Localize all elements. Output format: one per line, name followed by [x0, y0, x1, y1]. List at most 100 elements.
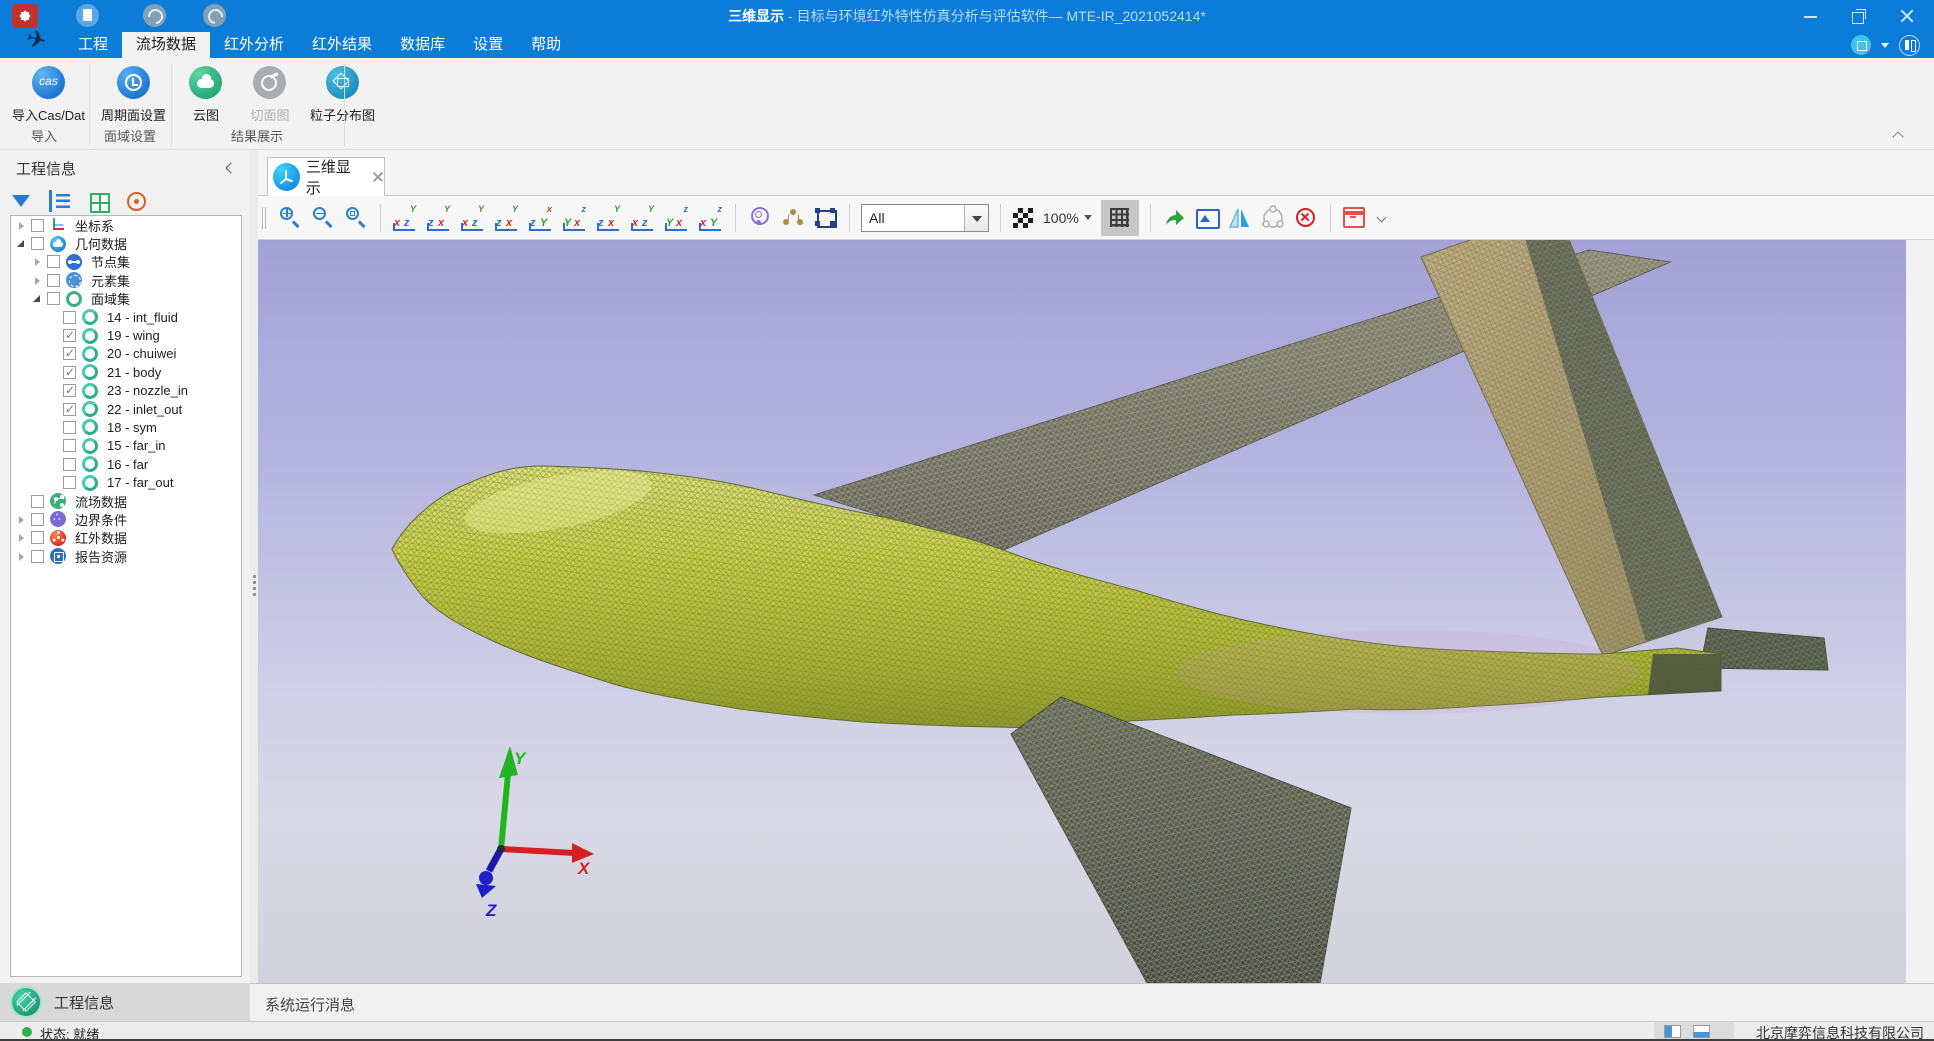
cancel-button[interactable] [1293, 205, 1319, 231]
camera-view-button[interactable] [747, 205, 773, 231]
tree-row[interactable]: 几何数据 [11, 234, 241, 252]
grid-view-icon[interactable] [88, 190, 110, 212]
tree-checkbox[interactable] [31, 219, 44, 232]
layout-left-pane-icon[interactable] [1664, 1025, 1681, 1038]
tree-row[interactable]: 红外数据 [11, 529, 241, 547]
axis-view-button[interactable]: z x Y [699, 206, 723, 230]
archive-caret-icon[interactable] [1377, 213, 1387, 223]
axis-view-button[interactable]: Y x z [461, 206, 485, 230]
tree-expander-icon[interactable] [31, 274, 44, 287]
theme-icon[interactable] [1851, 35, 1871, 55]
tree-expander-icon[interactable] [47, 347, 60, 360]
tree-checkbox[interactable] [47, 274, 60, 287]
axis-view-button[interactable]: Y x z [393, 206, 417, 230]
tree-row[interactable]: 22 - inlet_out [11, 400, 241, 418]
box-select-button[interactable] [813, 205, 839, 231]
axis-view-button[interactable]: x z Y [529, 206, 553, 230]
tree-checkbox[interactable] [31, 550, 44, 563]
layout-bottom-pane-icon[interactable] [1693, 1025, 1710, 1038]
tree-row[interactable]: 元素集 [11, 271, 241, 289]
ribbon-button[interactable]: cas 导入Cas/Dat [4, 62, 93, 126]
menu-item[interactable]: 红外分析 [210, 32, 298, 58]
tree-row[interactable]: 20 - chuiwei [11, 345, 241, 363]
toolbar-grip[interactable] [262, 207, 266, 229]
tab-3d-view[interactable]: 三维显示 [267, 157, 385, 196]
tree-checkbox[interactable] [63, 366, 76, 379]
axis-view-button[interactable]: Y z x [427, 206, 451, 230]
tree-row[interactable]: 16 - far [11, 455, 241, 473]
tree-checkbox[interactable] [63, 476, 76, 489]
tree-expander-icon[interactable] [15, 550, 28, 563]
combobox-dropdown-button[interactable] [964, 205, 988, 231]
tree-checkbox[interactable] [63, 347, 76, 360]
tree-checkbox[interactable] [47, 292, 60, 305]
zoom-fit-button[interactable] [344, 205, 370, 231]
ribbon-collapse-icon[interactable] [1892, 130, 1906, 140]
tree-checkbox[interactable] [31, 513, 44, 526]
tree-row[interactable]: 面域集 [11, 290, 241, 308]
menu-item[interactable]: 设置 [459, 32, 517, 58]
tab-close-icon[interactable] [372, 171, 384, 183]
display-filter-combobox[interactable]: All [861, 204, 989, 232]
ribbon-button[interactable]: 粒子分布图 [302, 62, 383, 126]
zoom-in-button[interactable] [278, 205, 304, 231]
tree-checkbox[interactable] [63, 311, 76, 324]
tree-row[interactable]: 23 - nozzle_in [11, 382, 241, 400]
restore-button[interactable] [1852, 9, 1866, 23]
tree-checkbox[interactable] [63, 458, 76, 471]
tree-expander-icon[interactable] [15, 513, 28, 526]
ribbon-button[interactable]: 云图 [174, 62, 238, 126]
tree-expander-icon[interactable] [31, 255, 44, 268]
tree-expander-icon[interactable] [15, 531, 28, 544]
tree-row[interactable]: 边界条件 [11, 510, 241, 528]
tree-row[interactable]: 17 - far_out [11, 473, 241, 491]
zoom-out-button[interactable] [311, 205, 337, 231]
tree-row[interactable]: 15 - far_in [11, 437, 241, 455]
axis-view-button[interactable]: z Y x [563, 206, 587, 230]
tree-expander-icon[interactable] [47, 384, 60, 397]
tree-checkbox[interactable] [47, 255, 60, 268]
panel-splitter[interactable] [250, 150, 258, 983]
tree-expander-icon[interactable] [47, 476, 60, 489]
tree-row[interactable]: 报告资源 [11, 547, 241, 565]
tree-checkbox[interactable] [63, 329, 76, 342]
axis-view-button[interactable]: Y x z [631, 206, 655, 230]
tree-checkbox[interactable] [63, 421, 76, 434]
snapshot-button[interactable] [1194, 205, 1220, 231]
menu-item[interactable]: 数据库 [386, 32, 459, 58]
tree-row[interactable]: 19 - wing [11, 326, 241, 344]
tree-checkbox[interactable] [31, 531, 44, 544]
tree-expander-icon[interactable] [15, 495, 28, 508]
tree-expander-icon[interactable] [15, 237, 28, 250]
tree-row[interactable]: 18 - sym [11, 418, 241, 436]
tree-checkbox[interactable] [63, 403, 76, 416]
tree-checkbox[interactable] [31, 495, 44, 508]
mirror-button[interactable] [1227, 205, 1253, 231]
grid-toggle-button[interactable] [1101, 200, 1139, 236]
scene-graph-button[interactable] [780, 205, 806, 231]
tree-row[interactable]: 坐标系 [11, 216, 241, 234]
axis-view-button[interactable]: Y z x [597, 206, 621, 230]
menu-item[interactable]: 红外结果 [298, 32, 386, 58]
viewport-3d[interactable]: Y X Z [258, 240, 1906, 983]
tree-expander-icon[interactable] [47, 421, 60, 434]
ribbon-button[interactable]: 切面图 [238, 62, 302, 126]
tree-checkbox[interactable] [31, 237, 44, 250]
tree-expander-icon[interactable] [47, 458, 60, 471]
panel-footer-tab[interactable]: 工程信息 [0, 983, 250, 1021]
ribbon-button[interactable]: 周期面设置 [93, 62, 174, 126]
transparency-icon[interactable] [1013, 208, 1033, 228]
archive-box-button[interactable] [1341, 205, 1367, 231]
dropdown-caret-icon[interactable] [1881, 43, 1889, 48]
export-arrow-button[interactable] [1161, 205, 1187, 231]
menu-item[interactable]: 帮助 [517, 32, 575, 58]
tree-expander-icon[interactable] [15, 219, 28, 232]
tree-row[interactable]: 14 - int_fluid [11, 308, 241, 326]
axis-view-button[interactable]: z Y x [665, 206, 689, 230]
link-nodes-button[interactable] [1260, 205, 1286, 231]
zoom-level-dropdown[interactable]: 100% [1043, 210, 1092, 226]
menu-item[interactable]: 流场数据 [122, 32, 210, 58]
tree-expander-icon[interactable] [47, 329, 60, 342]
tree-expander-icon[interactable] [31, 292, 44, 305]
help-account-icon[interactable] [1899, 35, 1920, 56]
